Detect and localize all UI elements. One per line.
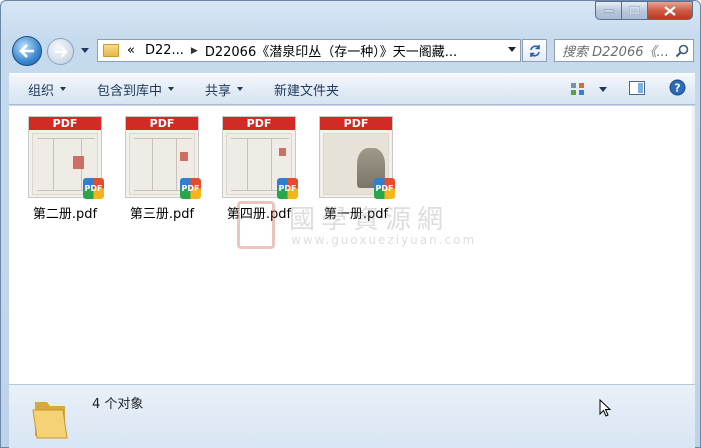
search-input[interactable]: 搜索 D22066《... — [562, 41, 676, 60]
include-in-library-button[interactable]: 包含到库中 — [78, 80, 186, 99]
watermark-title: 國學資源網 — [289, 205, 450, 235]
chevron-down-icon — [237, 87, 244, 91]
forward-button[interactable] — [47, 38, 74, 65]
preview-pane-button[interactable] — [629, 80, 645, 98]
search-icon[interactable] — [675, 44, 689, 58]
pdf-band: PDF — [29, 117, 101, 130]
pdf-badge-icon: PDF — [180, 178, 201, 199]
chevron-down-icon — [81, 47, 89, 53]
file-name: 第三册.pdf — [129, 207, 195, 222]
change-view-button[interactable] — [570, 82, 607, 96]
include-library-label: 包含到库中 — [97, 83, 163, 99]
minimize-icon — [603, 9, 614, 12]
details-pane: 4 个对象 — [9, 384, 695, 448]
chevron-down-icon — [60, 87, 67, 91]
item-count: 4 个对象 — [92, 397, 144, 412]
close-button[interactable] — [648, 1, 693, 20]
help-icon: ? — [669, 79, 686, 96]
pdf-badge-icon: PDF — [277, 178, 298, 199]
arrow-right-icon — [54, 45, 68, 58]
chevron-down-icon — [168, 87, 175, 91]
command-bar: 组织 包含到库中 共享 新建文件夹 ? — [9, 73, 695, 105]
pdf-thumbnail: PDF PDF — [319, 116, 395, 199]
watermark-seal-icon — [237, 201, 275, 249]
pdf-band: PDF — [223, 117, 295, 130]
breadcrumb-separator-icon[interactable]: ▶ — [191, 46, 198, 56]
scrollbar[interactable] — [692, 106, 695, 384]
view-options-icon — [571, 83, 584, 95]
explorer-window: « D22... ▶ D22066《潜泉印丛（存一种）》天一阁藏... 搜索 D… — [0, 0, 701, 448]
svg-text:?: ? — [674, 82, 680, 95]
organize-label: 组织 — [28, 83, 55, 99]
search-box[interactable]: 搜索 D22066《... — [554, 39, 694, 62]
chevron-down-icon — [599, 86, 607, 92]
folder-icon — [32, 402, 68, 439]
mouse-cursor-icon — [599, 399, 612, 417]
back-button[interactable] — [12, 36, 42, 66]
file-item[interactable]: PDF PDF 第三册.pdf — [118, 116, 206, 222]
folder-icon — [103, 44, 119, 57]
address-overflow-chevron[interactable]: « — [127, 43, 135, 58]
file-name: 第二册.pdf — [32, 207, 98, 222]
pdf-badge-icon: PDF — [83, 178, 104, 199]
organize-button[interactable]: 组织 — [9, 80, 78, 99]
new-folder-button[interactable]: 新建文件夹 — [255, 80, 351, 99]
pdf-thumbnail: PDF PDF — [125, 116, 201, 199]
refresh-button[interactable] — [522, 39, 547, 62]
pdf-band: PDF — [126, 117, 198, 130]
breadcrumb-segment-current[interactable]: D22066《潜泉印丛（存一种）》天一阁藏... — [205, 41, 457, 60]
pdf-thumbnail: PDF PDF — [222, 116, 298, 199]
share-button[interactable]: 共享 — [186, 80, 255, 99]
address-dropdown-icon[interactable] — [508, 47, 516, 52]
file-item[interactable]: PDF PDF 第二册.pdf — [21, 116, 109, 222]
preview-pane-icon — [629, 80, 645, 95]
pdf-band: PDF — [320, 117, 392, 130]
recent-pages-dropdown[interactable] — [80, 45, 90, 55]
arrow-left-icon — [19, 44, 34, 58]
close-icon — [664, 5, 676, 16]
share-label: 共享 — [205, 83, 232, 99]
pdf-thumbnail: PDF PDF — [28, 116, 104, 199]
caption-buttons — [595, 1, 693, 20]
maximize-button[interactable] — [622, 1, 648, 20]
new-folder-label: 新建文件夹 — [274, 83, 340, 99]
watermark-url: www.guoxueziyuan.com — [291, 233, 477, 247]
maximize-icon — [629, 6, 640, 15]
pdf-badge-icon: PDF — [374, 178, 395, 199]
address-bar[interactable]: « D22... ▶ D22066《潜泉印丛（存一种）》天一阁藏... — [97, 39, 521, 62]
minimize-button[interactable] — [595, 1, 622, 20]
file-list-area[interactable]: PDF PDF 第二册.pdf PDF PDF 第三册.pdf PDF PDF … — [9, 106, 695, 384]
refresh-icon — [529, 44, 540, 57]
breadcrumb-segment-parent[interactable]: D22... — [145, 43, 184, 58]
help-button[interactable]: ? — [669, 79, 686, 99]
